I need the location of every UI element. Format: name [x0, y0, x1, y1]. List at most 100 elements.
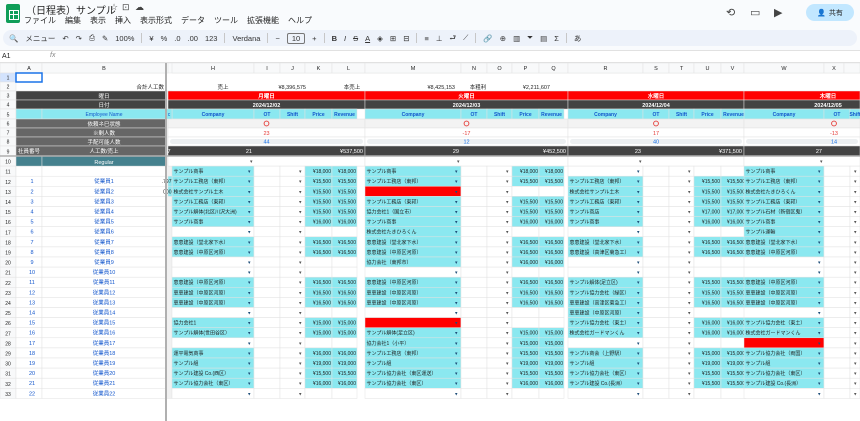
share-button[interactable]: 👤 共有: [806, 4, 854, 21]
company-cell[interactable]: [364, 307, 462, 318]
number-format-button[interactable]: 123: [205, 34, 218, 43]
ot-cell[interactable]: [823, 186, 851, 197]
wrap-icon[interactable]: ⮐: [449, 32, 456, 45]
ot-cell[interactable]: [460, 327, 488, 339]
price-cell[interactable]: [511, 388, 540, 399]
ot-cell[interactable]: [253, 256, 281, 268]
ot-cell[interactable]: [823, 175, 851, 187]
ot-cell[interactable]: [642, 276, 670, 288]
font-size-increase[interactable]: +: [312, 34, 316, 43]
company-cell[interactable]: [171, 256, 255, 268]
ot-cell[interactable]: [823, 388, 851, 399]
ot-cell[interactable]: [460, 196, 488, 207]
company-cell[interactable]: [567, 165, 644, 177]
ot-cell[interactable]: [460, 186, 488, 197]
price-cell[interactable]: [511, 307, 540, 318]
ot-cell[interactable]: [460, 337, 488, 349]
ot-cell[interactable]: [823, 367, 851, 379]
company-cell[interactable]: [743, 256, 825, 268]
company-cell[interactable]: [364, 388, 462, 399]
ot-cell[interactable]: [253, 266, 281, 278]
ot-cell[interactable]: [253, 357, 281, 369]
menu-item-5[interactable]: データ: [181, 15, 205, 26]
ot-cell[interactable]: [642, 357, 670, 369]
ot-cell[interactable]: [460, 287, 488, 298]
link-icon[interactable]: 🔗: [483, 34, 492, 43]
move-icon[interactable]: ⊡: [122, 2, 130, 13]
fill-color-icon[interactable]: ◈: [377, 34, 383, 43]
rotate-icon[interactable]: ⟋: [463, 33, 468, 43]
redo-icon[interactable]: ↷: [76, 34, 82, 43]
revenue-cell[interactable]: [331, 226, 358, 238]
price-cell[interactable]: [304, 337, 333, 349]
ot-cell[interactable]: [253, 276, 281, 288]
price-cell[interactable]: [511, 186, 540, 197]
company-cell[interactable]: [567, 226, 644, 238]
status-dropdown-2[interactable]: [567, 118, 745, 129]
price-cell[interactable]: [511, 266, 540, 278]
ot-cell[interactable]: [642, 206, 670, 217]
ot-cell[interactable]: [253, 246, 281, 258]
col-header-20[interactable]: [843, 63, 860, 74]
ot-cell[interactable]: [823, 357, 851, 369]
revenue-cell[interactable]: [331, 337, 358, 349]
ot-cell[interactable]: [460, 357, 488, 369]
ot-cell[interactable]: [253, 226, 281, 238]
ot-cell[interactable]: [642, 246, 670, 258]
revenue-cell[interactable]: [538, 226, 565, 238]
search-icon[interactable]: 🔍: [9, 34, 18, 43]
revenue-cell[interactable]: [720, 256, 747, 268]
merge-icon[interactable]: ⊟: [403, 34, 409, 43]
ot-cell[interactable]: [253, 307, 281, 318]
cloud-icon[interactable]: ☁: [135, 2, 144, 13]
ot-cell[interactable]: [460, 165, 488, 177]
ot-cell[interactable]: [642, 337, 670, 349]
revenue-cell[interactable]: [720, 307, 747, 318]
filter-views-icon[interactable]: ▤: [540, 34, 547, 43]
ot-cell[interactable]: [253, 388, 281, 399]
ot-cell[interactable]: [253, 186, 281, 197]
increase-decimal-button[interactable]: .00: [188, 34, 198, 43]
price-cell[interactable]: [304, 226, 333, 238]
ot-cell[interactable]: [823, 165, 851, 177]
ot-cell[interactable]: [823, 206, 851, 217]
bold-button[interactable]: B: [332, 34, 337, 43]
revenue-cell[interactable]: [538, 388, 565, 399]
price-cell[interactable]: [693, 266, 722, 278]
revenue-cell[interactable]: [720, 388, 747, 399]
revenue-cell[interactable]: [720, 266, 747, 278]
ot-cell[interactable]: [253, 175, 281, 187]
ot-cell[interactable]: [642, 216, 670, 227]
price-cell[interactable]: [693, 307, 722, 318]
ot-cell[interactable]: [642, 327, 670, 339]
italic-button[interactable]: I: [344, 34, 346, 43]
filter-icon[interactable]: ⏷: [527, 33, 533, 43]
ot-cell[interactable]: [823, 287, 851, 298]
ot-cell[interactable]: [642, 367, 670, 379]
ot-cell[interactable]: [460, 297, 488, 308]
ot-cell[interactable]: [460, 317, 488, 328]
revenue-cell[interactable]: [538, 186, 565, 197]
status-dropdown-0[interactable]: [167, 118, 366, 129]
price-cell[interactable]: [304, 307, 333, 318]
ot-cell[interactable]: [253, 377, 281, 389]
menu-item-2[interactable]: 表示: [90, 15, 106, 26]
ot-cell[interactable]: [642, 256, 670, 268]
menu-item-3[interactable]: 挿入: [115, 15, 131, 26]
comment-add-icon[interactable]: ⊕: [500, 34, 506, 43]
ot-cell[interactable]: [460, 206, 488, 217]
status-dropdown-3[interactable]: [743, 118, 860, 129]
company-cell[interactable]: [171, 337, 255, 349]
currency-button[interactable]: ¥: [149, 34, 153, 43]
available-chip[interactable]: [746, 139, 858, 144]
decrease-decimal-button[interactable]: .0: [174, 34, 180, 43]
history-icon[interactable]: ⟲: [726, 6, 735, 19]
price-cell[interactable]: [304, 266, 333, 278]
name-box[interactable]: A1: [2, 53, 11, 60]
chart-icon[interactable]: ▥: [513, 34, 520, 43]
ot-cell[interactable]: [823, 347, 851, 359]
percent-button[interactable]: %: [161, 34, 168, 43]
ot-cell[interactable]: [823, 246, 851, 258]
ot-cell[interactable]: [460, 266, 488, 278]
company-cell[interactable]: [743, 307, 825, 318]
